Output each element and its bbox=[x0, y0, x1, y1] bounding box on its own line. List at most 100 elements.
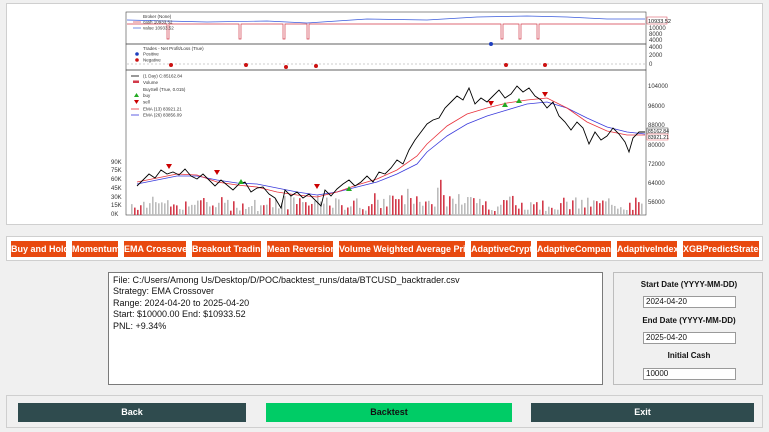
volume-bar bbox=[443, 195, 445, 215]
backtest-button[interactable]: Backtest bbox=[266, 403, 512, 422]
volume-bar bbox=[602, 200, 604, 215]
volume-bar bbox=[407, 188, 409, 215]
volume-bar bbox=[179, 209, 181, 215]
backtest-chart: 10933.52 10000 8000 4000 Broker (None) c… bbox=[111, 11, 671, 218]
volume-bar bbox=[467, 197, 469, 215]
volume-bar bbox=[191, 204, 193, 215]
strategy-button-adaptive-company[interactable]: AdaptiveCompany bbox=[537, 241, 611, 257]
volume-bar bbox=[245, 208, 247, 215]
broker-axis-tick-2: 4000 bbox=[649, 38, 663, 44]
action-bar: Back Backtest Exit bbox=[6, 395, 763, 428]
volume-bar bbox=[389, 195, 391, 215]
volume-axis-tick-3: 45K bbox=[111, 186, 122, 192]
volume-bar bbox=[242, 203, 244, 215]
strategy-button-breakout-trading[interactable]: Breakout Trading bbox=[192, 241, 261, 257]
volume-bar bbox=[461, 204, 463, 215]
volume-bar bbox=[380, 208, 382, 215]
volume-bar bbox=[572, 200, 574, 215]
exit-button[interactable]: Exit bbox=[531, 403, 754, 422]
start-date-input[interactable]: 2024-04-20 bbox=[643, 296, 736, 308]
output-start-end-line: Start: $10000.00 End: $10933.52 bbox=[113, 309, 246, 320]
sell-marker bbox=[542, 92, 548, 97]
volume-bar bbox=[326, 197, 328, 215]
trade-marker bbox=[504, 63, 508, 67]
initial-cash-input[interactable]: 10000 bbox=[643, 368, 736, 380]
sell-legend-marker bbox=[134, 100, 139, 104]
volume-bar bbox=[557, 209, 559, 215]
end-date-input[interactable]: 2025-04-20 bbox=[643, 332, 736, 344]
volume-bar bbox=[140, 205, 142, 215]
strategy-button-momentum[interactable]: Momentum bbox=[72, 241, 118, 257]
volume-bar bbox=[563, 197, 565, 215]
broker-value-line bbox=[126, 15, 645, 24]
volume-bar bbox=[530, 202, 532, 215]
price-axis-tick-4: 72000 bbox=[648, 162, 665, 168]
volume-bar bbox=[641, 203, 643, 215]
volume-bar bbox=[299, 198, 301, 215]
volume-bar bbox=[263, 205, 265, 215]
ema13-line bbox=[136, 97, 645, 198]
volume-bar bbox=[548, 206, 550, 215]
volume-bar bbox=[542, 200, 544, 215]
sell-marker bbox=[488, 101, 494, 106]
volume-bar bbox=[605, 201, 607, 215]
buy-marker bbox=[238, 179, 244, 184]
parameters-panel: Start Date (YYYY-MM-DD) 2024-04-20 End D… bbox=[613, 272, 763, 385]
price-line bbox=[136, 85, 645, 210]
volume-bar bbox=[338, 199, 340, 215]
volume-bar bbox=[347, 207, 349, 215]
strategy-button-xgb-predict[interactable]: XGBPredictStrategy bbox=[683, 241, 759, 257]
volume-bar bbox=[254, 199, 256, 215]
volume-bar bbox=[623, 209, 625, 215]
volume-bar bbox=[539, 209, 541, 215]
volume-bar bbox=[329, 205, 331, 215]
volume-bar bbox=[206, 202, 208, 215]
volume-bar bbox=[536, 202, 538, 215]
volume-bar bbox=[470, 197, 472, 215]
volume-bar bbox=[173, 204, 175, 215]
strategy-button-vwap[interactable]: Volume Weighted Average Price bbox=[339, 241, 465, 257]
volume-bar bbox=[317, 195, 319, 215]
trades-legend-negative-marker bbox=[135, 58, 139, 62]
volume-bar bbox=[479, 198, 481, 215]
sell-marker bbox=[214, 170, 220, 175]
trade-marker bbox=[284, 65, 288, 69]
strategy-button-adaptive-crypto[interactable]: AdaptiveCrypto bbox=[471, 241, 531, 257]
volume-bar bbox=[473, 198, 475, 215]
volume-bar bbox=[230, 210, 232, 215]
volume-bar bbox=[143, 201, 145, 215]
volume-bar bbox=[440, 179, 442, 215]
volume-bar bbox=[377, 199, 379, 215]
initial-cash-label: Initial Cash bbox=[667, 351, 711, 360]
price-subplot bbox=[125, 69, 647, 216]
price-legend-ema26: EMA (26) 83856.09 bbox=[143, 113, 182, 118]
volume-bar bbox=[452, 198, 454, 215]
volume-bar bbox=[233, 201, 235, 215]
price-axis-tick-3: 80000 bbox=[648, 143, 665, 149]
price-axis-tick-0: 104000 bbox=[648, 84, 669, 90]
volume-bar bbox=[323, 203, 325, 215]
results-output[interactable]: File: C:/Users/Among Us/Desktop/D/POC/ba… bbox=[108, 272, 603, 385]
volume-bar bbox=[260, 205, 262, 215]
volume-bar bbox=[131, 204, 133, 215]
volume-axis-tick-1: 75K bbox=[111, 168, 122, 174]
strategy-button-buy-and-hold[interactable]: Buy and Hold bbox=[11, 241, 66, 257]
volume-bar bbox=[455, 203, 457, 215]
strategy-button-ema-crossover[interactable]: EMA Crossover bbox=[124, 241, 186, 257]
trade-marker bbox=[543, 63, 547, 67]
volume-bar bbox=[593, 200, 595, 215]
back-button[interactable]: Back bbox=[18, 403, 246, 422]
volume-bar bbox=[236, 207, 238, 215]
strategy-button-mean-reversion[interactable]: Mean Reversion bbox=[267, 241, 333, 257]
volume-bar bbox=[614, 205, 616, 215]
strategy-button-adaptive-index[interactable]: AdaptiveIndex bbox=[617, 241, 677, 257]
volume-bar bbox=[482, 205, 484, 215]
sell-marker bbox=[314, 184, 320, 189]
volume-bar bbox=[635, 197, 637, 215]
volume-bar bbox=[584, 207, 586, 215]
volume-bar bbox=[416, 196, 418, 215]
volume-bar bbox=[392, 195, 394, 215]
price-legend-close: (1 Day) C:85162.84 bbox=[143, 74, 183, 79]
trades-subplot bbox=[125, 43, 647, 71]
volume-bars bbox=[131, 179, 643, 215]
